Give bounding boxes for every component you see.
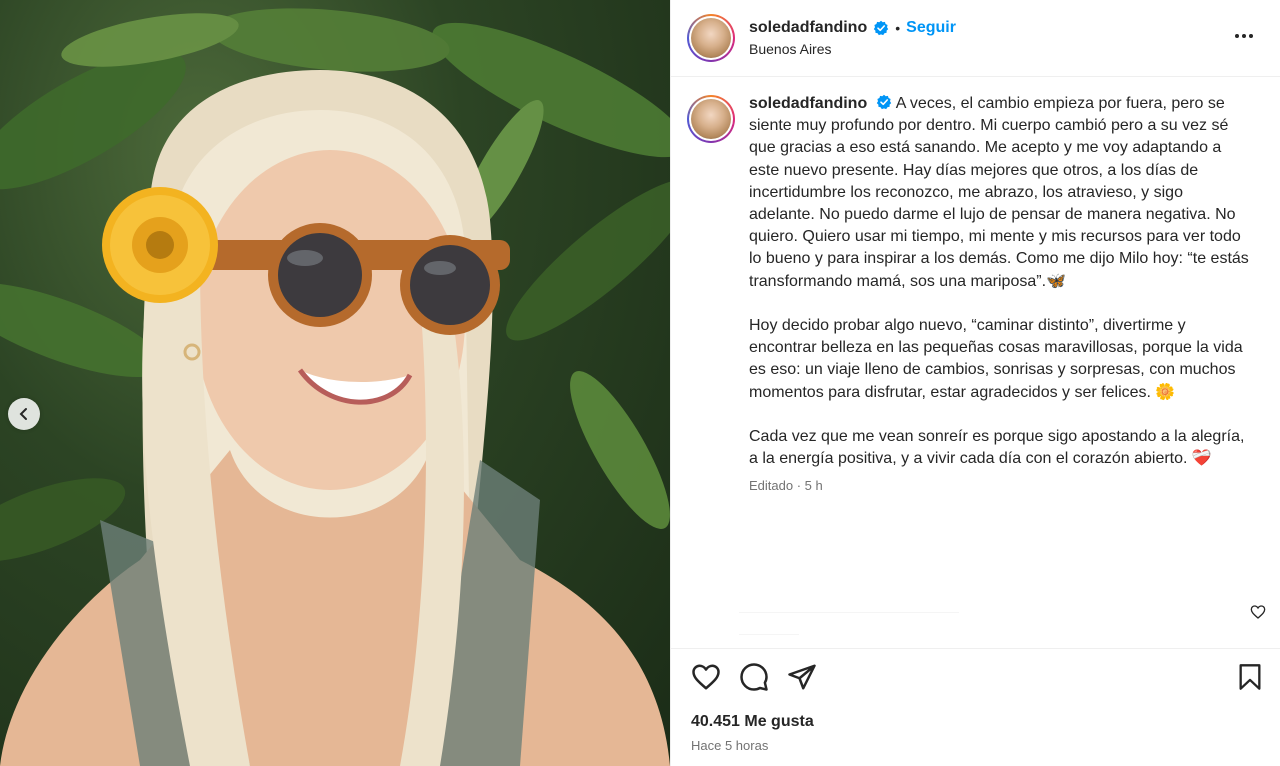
instagram-post-view: soledadfandino • Seguir Buenos Aires sol… (0, 0, 1280, 766)
post-header: soledadfandino • Seguir Buenos Aires (671, 0, 1280, 77)
caption-avatar-image (691, 99, 731, 139)
caption-text: A veces, el cambio empieza por fuera, pe… (749, 95, 1249, 468)
header-username[interactable]: soledadfandino (749, 19, 867, 37)
comment-placeholder-line-short (739, 634, 799, 635)
comment-like-heart-icon[interactable] (1250, 604, 1266, 620)
caption-meta: Editado · 5 h (749, 478, 823, 494)
verified-badge-icon (874, 20, 889, 36)
caption-avatar[interactable] (687, 95, 735, 143)
location-link[interactable]: Buenos Aires (749, 41, 956, 57)
caption-verified-badge-icon (876, 94, 891, 110)
caption-text-block: soledadfandino A veces, el cambio empiez… (749, 93, 1249, 470)
caption-username[interactable]: soledadfandino (749, 95, 867, 112)
follow-button[interactable]: Seguir (906, 19, 956, 37)
post-time: Hace 5 horas (691, 738, 769, 753)
photo-illustration (0, 8, 670, 766)
comment-icon[interactable] (739, 662, 769, 692)
likes-count[interactable]: 40.451 Me gusta (691, 713, 814, 731)
bookmark-icon[interactable] (1236, 663, 1264, 691)
avatar[interactable] (687, 14, 735, 62)
chevron-left-icon (19, 408, 27, 420)
more-options-icon[interactable] (1232, 24, 1256, 48)
post-caption: soledadfandino A veces, el cambio empiez… (671, 77, 1280, 493)
post-photo[interactable] (0, 0, 670, 766)
action-bar (671, 648, 1280, 704)
share-icon[interactable] (787, 662, 817, 692)
comment-placeholder-line (739, 612, 959, 613)
previous-photo-button[interactable] (8, 398, 40, 430)
avatar-image (691, 18, 731, 58)
separator-dot: • (895, 20, 901, 36)
post-panel: soledadfandino • Seguir Buenos Aires sol… (670, 0, 1280, 766)
heart-icon[interactable] (691, 662, 721, 692)
